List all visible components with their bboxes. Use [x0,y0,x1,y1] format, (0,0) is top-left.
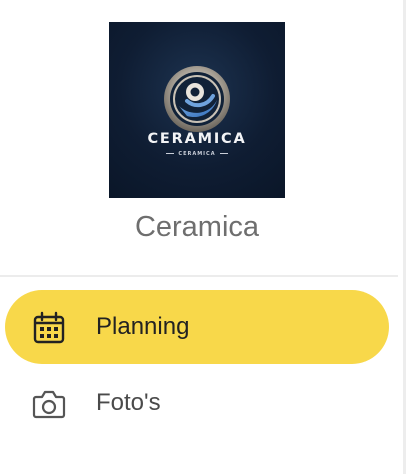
nav-item-planning[interactable]: Planning [5,290,389,364]
logo-subtitle: CERAMICA [109,151,285,157]
camera-icon [30,384,68,422]
company-name: Ceramica [134,211,260,243]
logo-title-text: CERAMICA [147,131,247,147]
company-logo: CERAMICA CERAMICA [109,22,285,198]
logo-subtitle-text: CERAMICA [178,151,216,157]
nav-item-photos-label: Foto's [96,389,161,416]
nav-item-photos[interactable]: Foto's [5,366,389,440]
nav-item-planning-label: Planning [96,313,190,340]
divider [0,275,398,277]
logo-emblem-icon [164,66,230,132]
calendar-icon [30,308,68,346]
